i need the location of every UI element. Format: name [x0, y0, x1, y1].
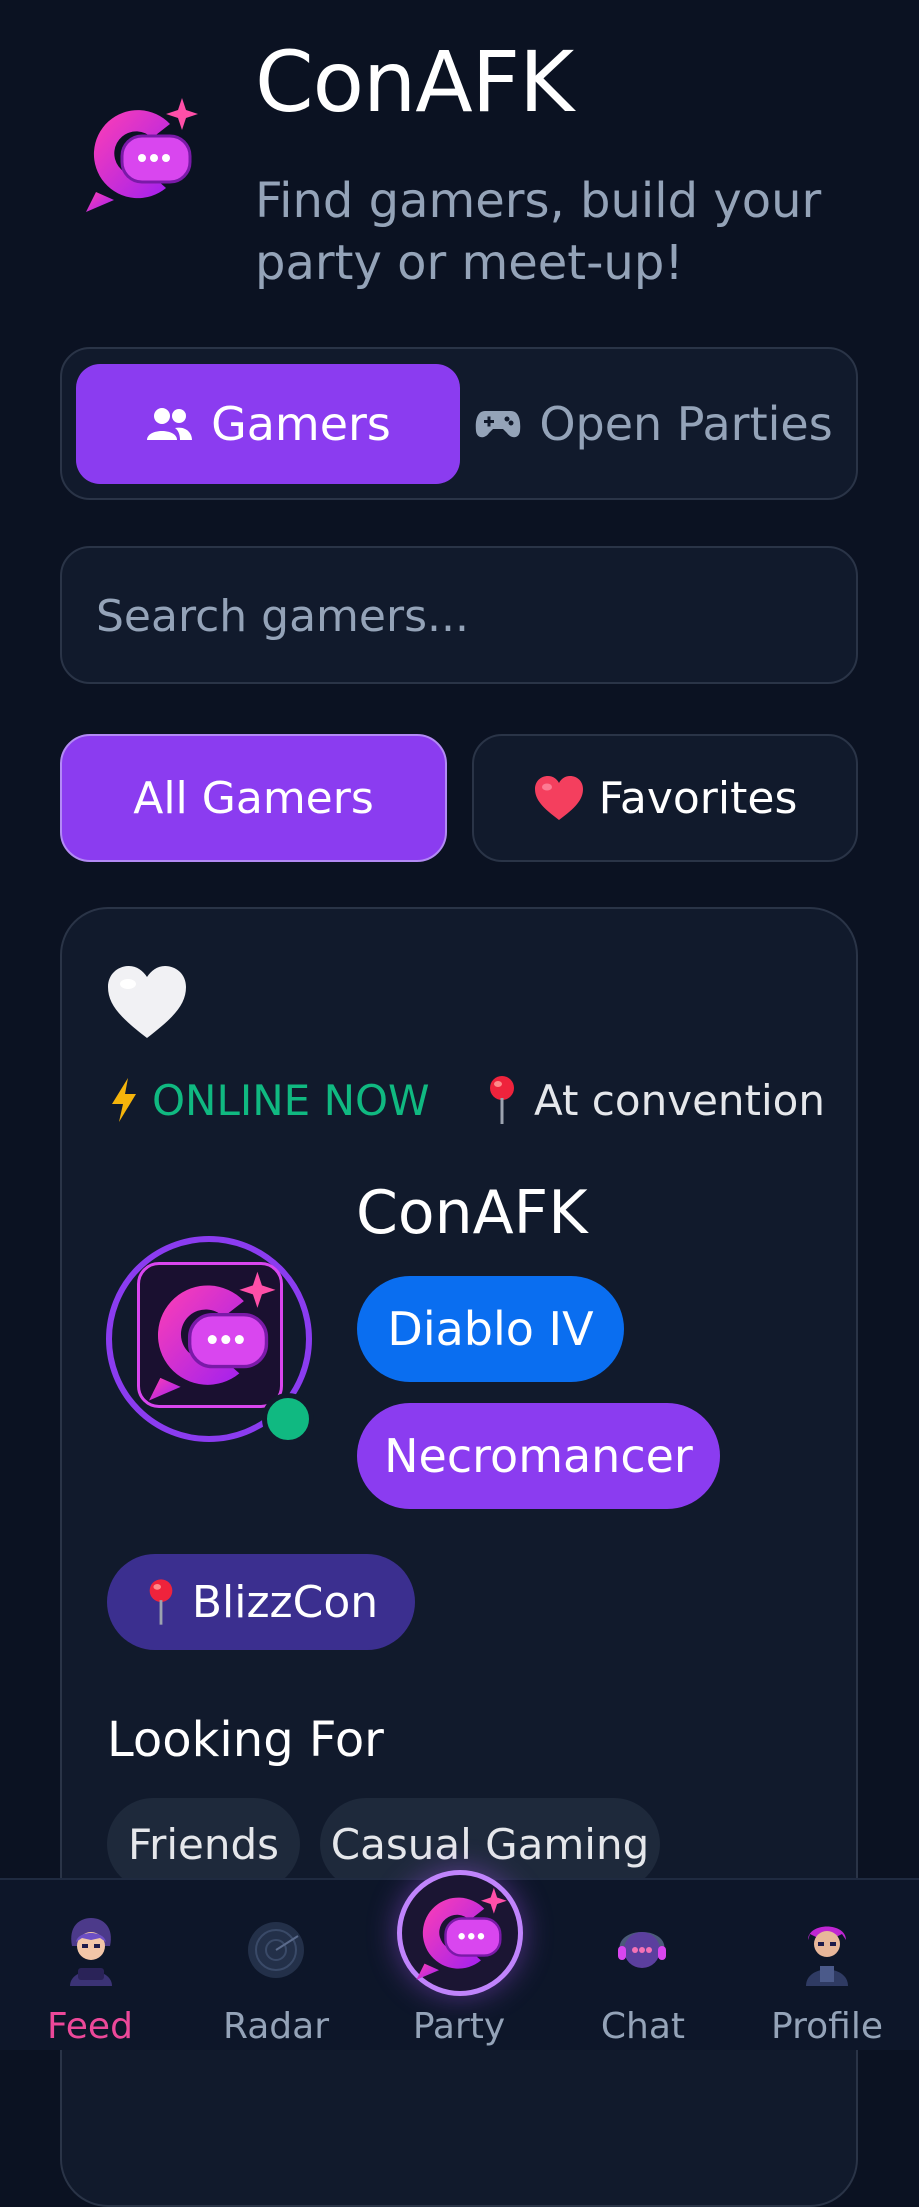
looking-for-chip: Friends	[107, 1798, 300, 1890]
tab-gamers[interactable]: Gamers	[76, 364, 460, 484]
lightning-icon	[112, 1078, 136, 1122]
location-status-text: At convention	[534, 1075, 825, 1125]
nav-radar-label[interactable]: Radar	[196, 2006, 356, 2047]
event-tag: BlizzCon	[107, 1554, 415, 1650]
party-logo-icon	[416, 1887, 507, 1980]
looking-for-title: Looking For	[107, 1712, 384, 1768]
conafk-logo-icon	[149, 1271, 276, 1401]
tab-open-parties[interactable]: Open Parties	[462, 364, 846, 484]
nav-feed-label[interactable]: Feed	[10, 2006, 170, 2047]
red-heart-icon	[534, 776, 583, 820]
pin-icon	[490, 1076, 514, 1124]
location-status: At convention	[484, 1070, 825, 1130]
tab-open-parties-label: Open Parties	[539, 397, 833, 451]
chat-icon[interactable]	[614, 1918, 670, 1978]
gamepad-icon	[476, 411, 521, 438]
nav-chat-label[interactable]: Chat	[563, 2006, 723, 2047]
filter-favorites-button[interactable]: Favorites	[472, 734, 858, 862]
filter-all-gamers-button[interactable]: All Gamers	[60, 734, 447, 862]
app-subtitle: Find gamers, build your party or meet-up…	[255, 173, 822, 291]
search-input[interactable]	[94, 548, 818, 684]
search-box	[60, 546, 858, 684]
event-tag-label: BlizzCon	[191, 1576, 379, 1628]
online-status: ONLINE NOW	[110, 1070, 430, 1130]
radar-icon[interactable]	[246, 1920, 306, 1980]
nav-party-label[interactable]: Party	[379, 2006, 539, 2047]
profile-avatar-icon[interactable]	[798, 1916, 856, 1986]
party-button[interactable]	[397, 1870, 523, 1996]
gamer-name: ConAFK	[356, 1178, 588, 1248]
tab-gamers-label: Gamers	[211, 397, 391, 451]
favorite-heart-icon[interactable]	[104, 962, 190, 1042]
filter-all-gamers-label: All Gamers	[133, 772, 374, 824]
pin-icon	[149, 1579, 173, 1625]
app-title: ConAFK	[255, 33, 574, 131]
conafk-logo-icon	[86, 98, 198, 212]
online-now-text: ONLINE NOW	[152, 1075, 430, 1125]
users-icon	[147, 408, 193, 440]
feed-avatar-icon[interactable]	[60, 1916, 122, 1986]
game-tag: Diablo IV	[357, 1276, 624, 1382]
class-tag: Necromancer	[357, 1403, 720, 1509]
avatar-image	[137, 1262, 283, 1408]
view-toggle: Gamers Open Parties	[60, 347, 858, 500]
nav-profile-label[interactable]: Profile	[747, 2006, 907, 2047]
online-indicator	[262, 1393, 314, 1445]
looking-for-chip: Casual Gaming	[320, 1798, 660, 1890]
filter-favorites-label: Favorites	[598, 772, 798, 824]
